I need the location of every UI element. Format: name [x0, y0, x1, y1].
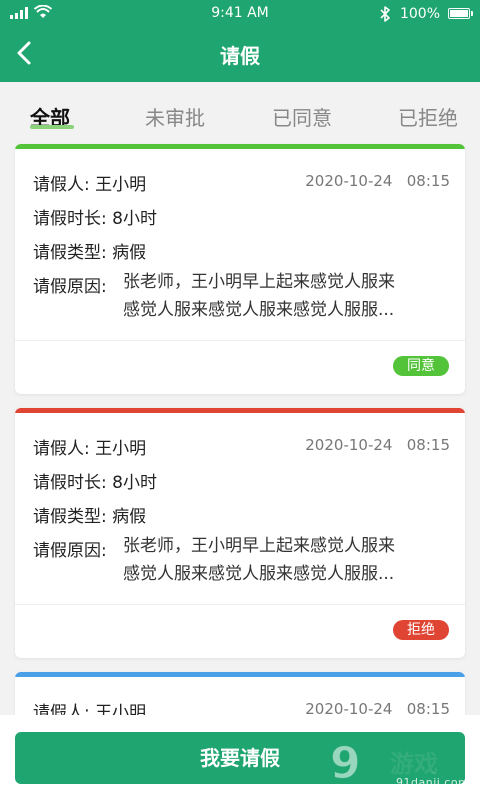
status-badge: 同意: [393, 356, 449, 376]
page-title: 请假: [220, 44, 260, 68]
reason-text: 张老师，王小明早上起来感觉人服来 感觉人服来感觉人服来感觉人服服...: [123, 268, 443, 324]
card-divider: [15, 604, 465, 605]
card-accent-bar: [15, 672, 465, 677]
card-accent-bar: [15, 408, 465, 413]
filter-tabs: 全部 未审批 已同意 已拒绝: [0, 82, 480, 142]
type-value: 病假: [112, 507, 147, 527]
submit-time: 08:15: [406, 436, 450, 454]
site-watermark: 9 游戏 91danji.com: [330, 738, 470, 794]
duration-value: 8小时: [112, 473, 157, 493]
leave-card[interactable]: 请假人: 王小明 2020-10-24 08:15 请假时长: 8小时 请假类型…: [15, 144, 465, 394]
reason-line: 张老师，王小明早上起来感觉人服来: [123, 536, 395, 556]
applicant-name: 王小明: [95, 439, 147, 459]
active-tab-indicator: [30, 125, 74, 129]
battery-percentage: 100%: [399, 6, 440, 22]
card-divider: [15, 340, 465, 341]
battery-icon: [448, 8, 473, 19]
type-label: 请假类型:: [33, 507, 107, 527]
reason-line: 感觉人服来感觉人服来感觉人服服...: [123, 300, 395, 320]
submit-date: 2020-10-24: [305, 172, 393, 190]
duration-label: 请假时长:: [33, 473, 107, 493]
type-row: 请假类型: 病假: [33, 238, 450, 263]
submit-date: 2020-10-24: [305, 436, 393, 454]
watermark-site: 91danji.com: [396, 776, 470, 789]
reason-label: 请假原因:: [33, 277, 107, 297]
applicant-name: 王小明: [95, 175, 147, 195]
submit-time: 08:15: [406, 172, 450, 190]
reason-text: 张老师，王小明早上起来感觉人服来 感觉人服来感觉人服来感觉人服服...: [123, 532, 443, 588]
status-badge: 拒绝: [393, 620, 449, 640]
duration-row: 请假时长: 8小时: [33, 204, 450, 229]
status-bar: 9:41 AM 100%: [0, 0, 480, 28]
type-row: 请假类型: 病假: [33, 502, 450, 527]
submit-datetime: 2020-10-24 08:15: [305, 172, 450, 190]
applicant-label: 请假人:: [33, 439, 90, 459]
leave-card[interactable]: 请假人: 王小明 2020-10-24 08:15 请假时长: 8小时 请假类型…: [15, 408, 465, 658]
type-value: 病假: [112, 243, 147, 263]
tab-approved[interactable]: 已同意: [272, 102, 332, 131]
card-accent-bar: [15, 144, 465, 149]
type-label: 请假类型:: [33, 243, 107, 263]
reason-line: 张老师，王小明早上起来感觉人服来: [123, 272, 395, 292]
duration-row: 请假时长: 8小时: [33, 468, 450, 493]
watermark-title: 游戏: [390, 750, 439, 779]
duration-value: 8小时: [112, 209, 157, 229]
applicant-label: 请假人:: [33, 175, 90, 195]
tab-rejected[interactable]: 已拒绝: [398, 102, 458, 131]
app-header: 9:41 AM 100% 请假: [0, 0, 480, 82]
bluetooth-icon: [380, 6, 390, 26]
reason-label: 请假原因:: [33, 541, 107, 561]
tab-pending[interactable]: 未审批: [145, 102, 205, 131]
reason-line: 感觉人服来感觉人服来感觉人服服...: [123, 564, 395, 584]
watermark-logo: 9: [330, 738, 362, 790]
duration-label: 请假时长:: [33, 209, 107, 229]
submit-datetime: 2020-10-24 08:15: [305, 436, 450, 454]
